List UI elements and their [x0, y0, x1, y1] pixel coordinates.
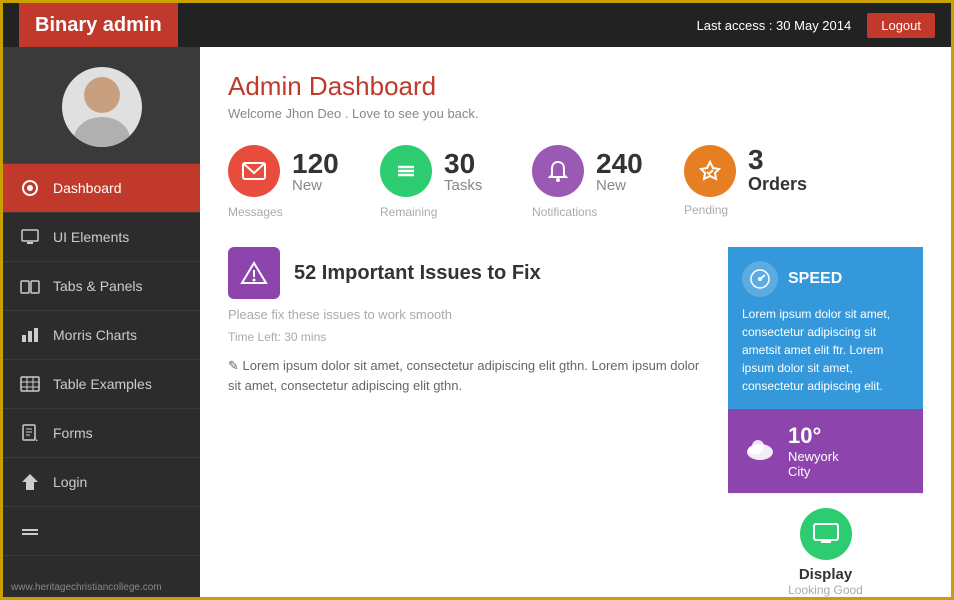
stats-row: 120 New Messages 30 Tasks Remai — [228, 145, 923, 219]
tabs-icon — [19, 275, 41, 297]
display-monitor-icon — [800, 508, 852, 560]
cloud-icon — [742, 430, 778, 473]
notif-icon-circle — [532, 145, 584, 197]
sidebar-item-forms[interactable]: Forms — [3, 409, 200, 458]
sidebar-avatar — [3, 47, 200, 164]
topbar-right: Last access : 30 May 2014 Logout — [697, 13, 935, 38]
more-icon — [19, 520, 41, 542]
tasks-desc: Remaining — [380, 205, 437, 219]
page-title: Admin Dashboard — [228, 71, 923, 102]
notif-number: 240 — [596, 150, 643, 178]
sidebar-nav: Dashboard UI Elements Tabs & Panels Morr… — [3, 164, 200, 578]
right-cards: SPEED Lorem ipsum dolor sit amet, consec… — [728, 247, 923, 597]
sidebar-item-morris[interactable]: Morris Charts — [3, 311, 200, 360]
display-card: Display Looking Good — [728, 493, 923, 597]
weather-info: 10° Newyork City — [788, 423, 839, 479]
sidebar-label-login: Login — [53, 474, 87, 490]
weather-city1: Newyork — [788, 449, 839, 464]
display-label: Display — [799, 566, 852, 583]
issues-header: 52 Important Issues to Fix — [228, 247, 712, 299]
login-icon — [19, 471, 41, 493]
notif-desc: Notifications — [532, 205, 597, 219]
sidebar-url: www.heritagechristiancollege.com — [3, 578, 200, 597]
speed-card: SPEED Lorem ipsum dolor sit amet, consec… — [728, 247, 923, 409]
issues-title: 52 Important Issues to Fix — [294, 262, 541, 285]
messages-label: New — [292, 178, 339, 193]
main-content: Admin Dashboard Welcome Jhon Deo . Love … — [200, 47, 951, 597]
monitor-icon — [19, 226, 41, 248]
sidebar-item-dashboard[interactable]: Dashboard — [3, 164, 200, 213]
stat-messages-top: 120 New — [228, 145, 339, 197]
tasks-count-block: 30 Tasks — [444, 150, 482, 193]
weather-city2: City — [788, 464, 839, 479]
sidebar-item-ui-elements[interactable]: UI Elements — [3, 213, 200, 262]
sidebar-item-table[interactable]: Table Examples — [3, 360, 200, 409]
weather-temp: 10° — [788, 423, 839, 449]
tasks-icon-circle — [380, 145, 432, 197]
issues-card: 52 Important Issues to Fix Please fix th… — [228, 247, 712, 597]
sidebar-label-table: Table Examples — [53, 376, 152, 392]
topbar: Binary admin Last access : 30 May 2014 L… — [3, 3, 951, 47]
sidebar-label-dashboard: Dashboard — [53, 180, 122, 196]
speed-title: SPEED — [788, 267, 842, 291]
issues-text-content: Lorem ipsum dolor sit amet, consectetur … — [228, 358, 699, 393]
logout-button[interactable]: Logout — [867, 13, 935, 38]
orders-label: Orders — [748, 174, 807, 196]
stat-orders: 3 Orders Pending — [684, 145, 807, 217]
sidebar-item-tabs[interactable]: Tabs & Panels — [3, 262, 200, 311]
speed-gauge-icon — [742, 261, 778, 297]
issues-body: ✎ Lorem ipsum dolor sit amet, consectetu… — [228, 356, 712, 395]
table-icon — [19, 373, 41, 395]
dashboard-icon — [19, 177, 41, 199]
bottom-section: 52 Important Issues to Fix Please fix th… — [228, 247, 923, 597]
forms-icon — [19, 422, 41, 444]
stat-notifications: 240 New Notifications — [532, 145, 652, 219]
tasks-label: Tasks — [444, 178, 482, 193]
stat-tasks: 30 Tasks Remaining — [380, 145, 500, 219]
page-subtitle: Welcome Jhon Deo . Love to see you back. — [228, 106, 923, 121]
orders-icon-circle — [684, 145, 736, 197]
stat-notif-top: 240 New — [532, 145, 643, 197]
messages-desc: Messages — [228, 205, 283, 219]
issues-subtitle: Please fix these issues to work smooth — [228, 307, 712, 322]
sidebar-item-login[interactable]: Login — [3, 458, 200, 507]
stat-orders-top: 3 Orders — [684, 145, 807, 197]
avatar — [62, 67, 142, 147]
notif-label: New — [596, 178, 643, 193]
sidebar-label-forms: Forms — [53, 425, 93, 441]
sidebar: Dashboard UI Elements Tabs & Panels Morr… — [3, 47, 200, 597]
stat-messages: 120 New Messages — [228, 145, 348, 219]
notif-count-block: 240 New — [596, 150, 643, 193]
speed-header: SPEED — [742, 261, 909, 297]
messages-number: 120 — [292, 150, 339, 178]
issues-edit-icon: ✎ — [228, 358, 243, 373]
sidebar-label-morris: Morris Charts — [53, 327, 137, 343]
messages-count-block: 120 New — [292, 150, 339, 193]
main-layout: Dashboard UI Elements Tabs & Panels Morr… — [3, 47, 951, 597]
chart-icon — [19, 324, 41, 346]
sidebar-label-tabs: Tabs & Panels — [53, 278, 143, 294]
sidebar-item-more[interactable] — [3, 507, 200, 556]
orders-count-block: 3 Orders — [748, 146, 807, 196]
orders-number: 3 — [748, 146, 807, 174]
tasks-number: 30 — [444, 150, 482, 178]
messages-icon-circle — [228, 145, 280, 197]
issues-time: Time Left: 30 mins — [228, 330, 712, 344]
orders-desc: Pending — [684, 203, 728, 217]
speed-text: Lorem ipsum dolor sit amet, consectetur … — [742, 307, 890, 393]
issues-warning-icon — [228, 247, 280, 299]
last-access: Last access : 30 May 2014 — [697, 18, 852, 33]
weather-card: 10° Newyork City — [728, 409, 923, 493]
app-title: Binary admin — [19, 3, 178, 47]
sidebar-label-ui: UI Elements — [53, 229, 129, 245]
stat-tasks-top: 30 Tasks — [380, 145, 482, 197]
display-sub: Looking Good — [788, 583, 863, 597]
